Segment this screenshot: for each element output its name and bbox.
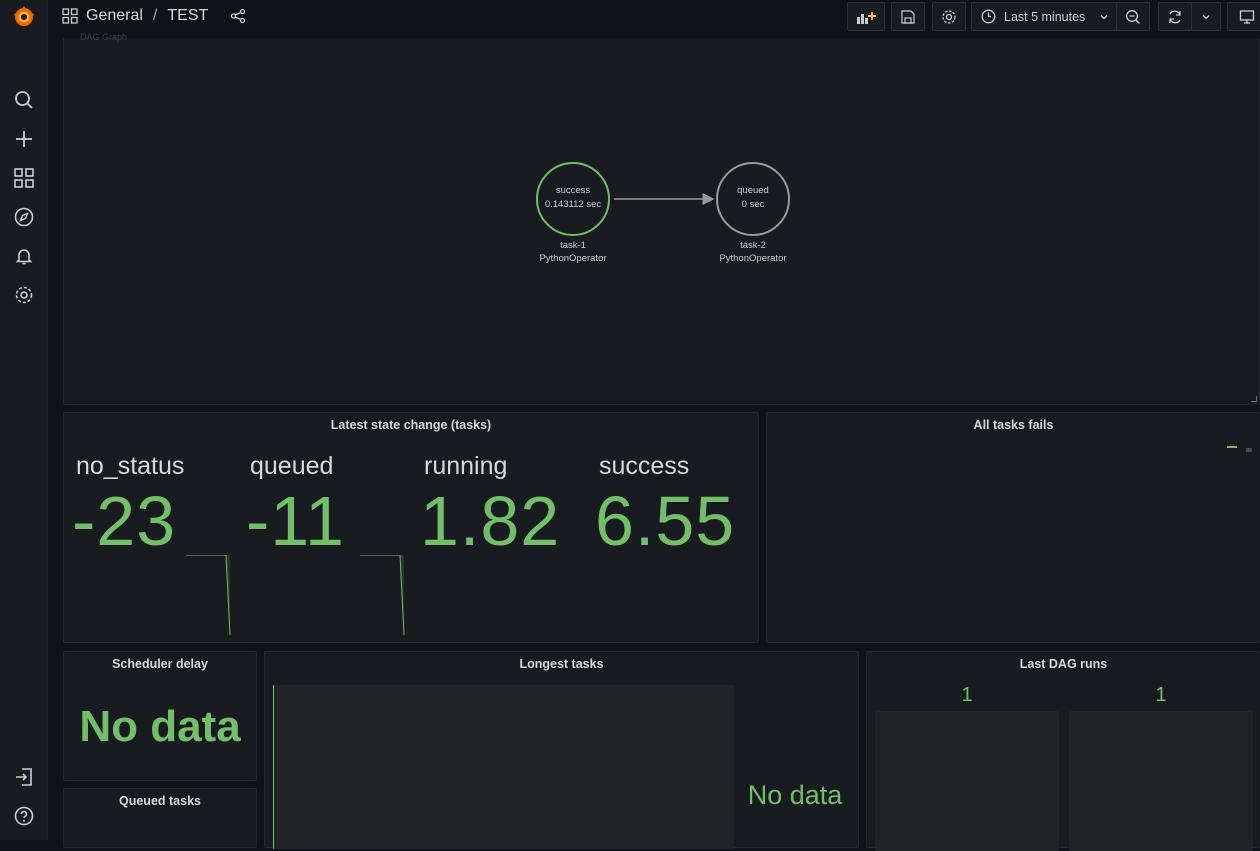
refresh-icon (1169, 10, 1181, 23)
dag-run-count: 1 (961, 684, 973, 706)
help-icon[interactable] (12, 804, 36, 828)
panel-title[interactable]: Last DAG runs (867, 657, 1260, 671)
sidebar (0, 0, 48, 840)
resize-handle[interactable] (1251, 396, 1257, 402)
top-navbar: General / TEST Last 5 minutes (48, 0, 1260, 36)
refresh-interval-dropdown[interactable] (1191, 2, 1221, 31)
add-panel-button[interactable] (847, 2, 885, 31)
legend-marker (1246, 448, 1252, 452)
dag-run-gauge (1069, 711, 1253, 851)
node-task-name: task-1 (560, 240, 586, 251)
apps-grid-icon[interactable] (62, 8, 78, 24)
grafana-logo-icon[interactable] (12, 5, 36, 29)
zoom-out-icon (1126, 9, 1140, 24)
gear-icon[interactable] (12, 283, 36, 307)
legend-swatch (1227, 446, 1237, 448)
share-icon[interactable] (230, 8, 246, 24)
dashboard-settings-button[interactable] (932, 2, 966, 31)
panel-title[interactable]: Queued tasks (64, 794, 256, 808)
stat-label-no-status: no_status (76, 452, 185, 480)
compass-icon[interactable] (12, 205, 36, 229)
node-task-name: task-2 (740, 240, 766, 251)
chevron-down-icon (1201, 12, 1211, 22)
node-task-1-label: task-1 PythonOperator (517, 239, 629, 265)
stat-label-running: running (424, 452, 508, 480)
sparkline-queued (360, 555, 405, 636)
sign-in-icon[interactable] (12, 765, 36, 789)
panel-title[interactable]: Latest state change (tasks) (64, 418, 758, 432)
node-task-2-label: task-2 PythonOperator (697, 239, 809, 265)
dag-graph (536, 162, 790, 236)
search-icon[interactable] (12, 88, 36, 112)
state-change-panel: Latest state change (tasks) no_status -2… (63, 412, 759, 643)
stat-label-queued: queued (250, 452, 334, 480)
save-icon (901, 9, 915, 24)
breadcrumb-folder[interactable]: General (86, 7, 143, 25)
dag-run-count: 1 (1155, 684, 1167, 706)
save-dashboard-button[interactable] (891, 2, 925, 31)
dashboards-icon[interactable] (12, 166, 36, 190)
stat-value-running: 1.82 (420, 482, 561, 560)
breadcrumb-separator: / (152, 7, 158, 24)
time-range-picker[interactable]: Last 5 minutes (971, 2, 1117, 31)
stat-label-success: success (599, 452, 690, 480)
tv-mode-button[interactable] (1227, 2, 1260, 31)
last-dag-runs-panel: Last DAG runs 1 1 (866, 651, 1260, 851)
no-data-value: No data (747, 780, 843, 810)
dag-run-gauge (875, 711, 1059, 851)
dag-graph-panel: DAG Graph success 0.143112 sec task-1 Py… (63, 32, 1260, 405)
zoom-out-button[interactable] (1116, 2, 1150, 31)
node-operator: PythonOperator (539, 253, 607, 264)
sparkline-no-status (186, 555, 231, 636)
stat-value-no-status: -23 (72, 482, 177, 560)
stat-value-success: 6.55 (595, 482, 736, 560)
bell-icon[interactable] (12, 244, 36, 268)
clock-icon (981, 9, 996, 24)
panel-title[interactable]: Longest tasks (265, 657, 858, 671)
queued-tasks-panel: Queued tasks (63, 788, 257, 848)
node-duration: 0 sec (741, 199, 765, 210)
node-task-2-info: queued 0 sec (697, 184, 809, 212)
node-task-1-info: success 0.143112 sec (517, 184, 629, 212)
add-panel-icon (857, 11, 876, 24)
monitor-icon (1239, 9, 1255, 24)
refresh-button[interactable] (1158, 2, 1192, 31)
node-operator: PythonOperator (719, 253, 787, 264)
breadcrumb: General / TEST (62, 7, 246, 25)
node-state: success (555, 185, 591, 196)
all-tasks-fails-panel: All tasks fails (766, 412, 1260, 643)
time-range-label: Last 5 minutes (1004, 9, 1086, 24)
breadcrumb-dashboard[interactable]: TEST (167, 7, 208, 25)
longest-tasks-panel: Longest tasks No data (264, 651, 859, 849)
chevron-down-icon (1099, 12, 1109, 22)
panel-title[interactable]: All tasks fails (767, 418, 1260, 432)
no-data-value: No data (79, 702, 241, 751)
panel-title[interactable]: Scheduler delay (64, 657, 256, 671)
plus-icon[interactable] (12, 127, 36, 151)
scheduler-delay-panel: Scheduler delay No data (63, 651, 257, 781)
bar-gauge-area (273, 685, 734, 849)
stat-value-queued: -11 (246, 482, 345, 560)
node-duration: 0.143112 sec (544, 199, 602, 210)
settings-icon (942, 9, 956, 24)
node-state: queued (737, 185, 769, 196)
